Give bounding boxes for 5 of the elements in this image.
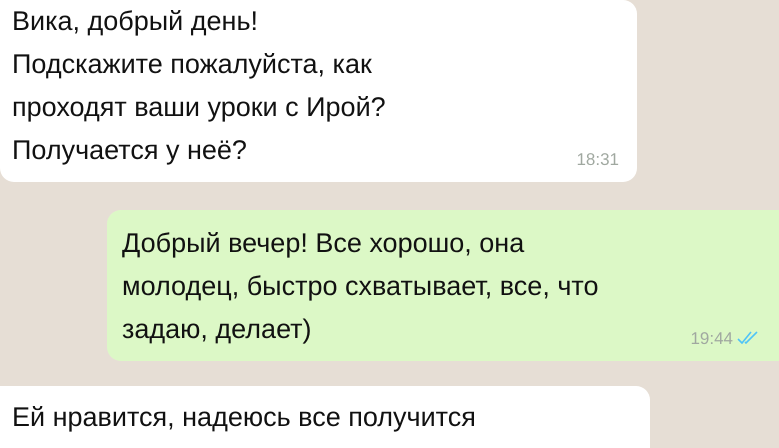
message-time: 19:44 xyxy=(690,328,733,350)
message-text: Вика, добрый день! Подскажите пожалуйста, как проходят ваши уроки с Ирой? Получается у неё? xyxy=(12,5,386,167)
message-text: Добрый вечер! Все хорошо, она молодец, быстро схватывает, все, что задаю, делает) xyxy=(122,227,598,346)
message-time: 18:31 xyxy=(576,148,619,170)
message-text: Ей нравится, надеюсь все получится xyxy=(12,401,476,434)
